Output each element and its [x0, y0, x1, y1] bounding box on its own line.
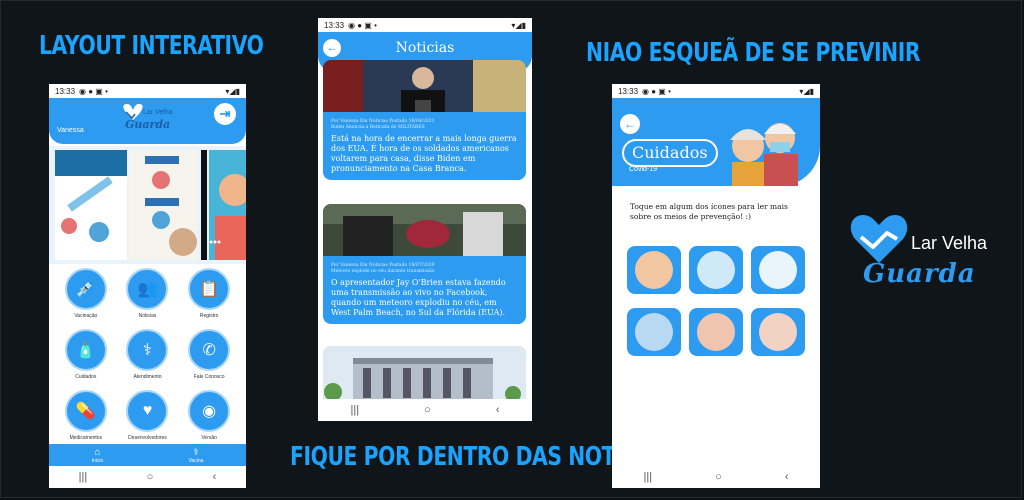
menu-tile-desenvolvedores[interactable]: ♥ Desenvolvedores [117, 390, 179, 441]
back-button[interactable]: ‹ [496, 404, 500, 416]
logo-icon: ♥ [126, 390, 169, 432]
signal-battery-icon: ▾◢▮ [225, 86, 240, 96]
home-button[interactable]: ○ [424, 404, 431, 416]
brand-line1: Lar Velha [911, 233, 988, 253]
syringe-icon: 💉 [64, 268, 107, 310]
notification-icons: ◉ ● ▣ • [79, 86, 108, 96]
bottom-tab-bar: ⌂ Inicio ⚕ Vacina [49, 444, 246, 466]
status-time: 13:33 [618, 86, 639, 96]
cd-icon: ◉ [188, 390, 231, 432]
status-bar: 13:33 ◉ ● ▣ • ▾◢▮ [612, 84, 820, 98]
headline-layout: LAYOUT INTERATIVO [39, 31, 264, 61]
home-button[interactable]: ○ [147, 471, 154, 483]
no-gathering-icon [759, 313, 797, 351]
back-button[interactable]: ‹ [213, 471, 217, 483]
menu-tile-noticias[interactable]: 👥 Noticias [117, 268, 179, 319]
news-photo [323, 60, 526, 112]
back-button[interactable]: ‹ [785, 471, 789, 483]
svg-text:Lar Velha: Lar Velha [143, 109, 173, 116]
page-title: Cuidados [622, 139, 718, 167]
prevention-mask-button[interactable] [627, 246, 681, 294]
android-nav-bar: ||| ○ ‹ [318, 399, 532, 421]
hand-sanitizer-icon: 🧴 [64, 329, 107, 371]
recents-button[interactable]: ||| [351, 404, 360, 416]
logout-button[interactable]: ⇥ [214, 103, 236, 125]
notification-icons: ◉ ● ▣ • [348, 20, 377, 30]
prevention-icon-grid [627, 246, 805, 356]
menu-tile-registro[interactable]: 📋 Registro [178, 268, 240, 319]
notification-icons: ◉ ● ▣ • [642, 86, 671, 96]
instructions-text: Toque em algum dos ícones para ler mais … [630, 202, 788, 221]
app-logo: Lar Velha Guarda [123, 104, 173, 131]
no-touch-face-icon [697, 251, 735, 289]
signal-battery-icon: ▾◢▮ [799, 86, 814, 96]
home-icon: ⌂ [94, 446, 101, 458]
prevention-crowd-button[interactable] [627, 308, 681, 356]
no-crowd-icon [635, 313, 673, 351]
headline-prevent: NIAO ESQUEÃ DE SE PREVINIR [586, 38, 921, 68]
recents-button[interactable]: ||| [644, 471, 653, 483]
phone-care-screen: 13:33 ◉ ● ▣ • ▾◢▮ ← Cuidados Covid-19 To… [612, 84, 820, 488]
page-title: Noticias [395, 40, 455, 56]
phone-news-screen: 13:33 ◉ ● ▣ • ▾◢▮ ← Noticias Por Vanessa… [318, 18, 532, 421]
prevention-sanitizer-button[interactable] [751, 246, 805, 294]
news-card[interactable] [323, 346, 526, 404]
page-subtitle: Covid-19 [629, 166, 658, 173]
doctors-icon: ⚕ [126, 329, 169, 371]
menu-tile-fale-conosco[interactable]: ✆ Fale Conosco [178, 329, 240, 380]
news-photo [323, 204, 526, 256]
mask-icon [635, 251, 673, 289]
svg-text:Guarda: Guarda [125, 118, 170, 131]
status-time: 13:33 [324, 20, 345, 30]
prevention-face-button[interactable] [689, 246, 743, 294]
banner-carousel[interactable] [49, 146, 246, 264]
pills-icon: 💊 [64, 390, 107, 432]
signal-battery-icon: ▾◢▮ [511, 20, 526, 30]
no-handshake-icon [697, 313, 735, 351]
hand-sanitizer-icon [759, 251, 797, 289]
menu-tile-cuidados[interactable]: 🧴 Cuidados [55, 329, 117, 380]
people-icon: 👥 [126, 268, 169, 310]
brand-logo: Lar Velha Guarda [847, 211, 1007, 301]
news-card[interactable]: Por Vanessa Em Noticias Postado 18/04/20… [323, 60, 526, 180]
user-name: Vanessa [57, 127, 84, 134]
vaccination-infographic [55, 150, 246, 260]
menu-tile-versao[interactable]: ◉ Versão [178, 390, 240, 441]
status-bar: 13:33 ◉ ● ▣ • ▾◢▮ [318, 18, 532, 32]
news-body: O apresentador Jay O'Brien estava fazend… [331, 278, 506, 317]
android-nav-bar: ||| ○ ‹ [49, 466, 246, 488]
prevention-handshake-button[interactable] [689, 308, 743, 356]
android-nav-bar: ||| ○ ‹ [612, 466, 820, 488]
home-button[interactable]: ○ [715, 471, 722, 483]
menu-tile-atendimento[interactable]: ⚕ Atendimento [117, 329, 179, 380]
stethoscope-icon: ⚕ [193, 446, 199, 458]
news-body: Está na hora de encerrar a mais longa gu… [331, 134, 517, 173]
menu-grid: 💉 Vacinação 👥 Noticias 📋 Registro 🧴 Cuidados… [55, 268, 240, 441]
prevention-gathering-button[interactable] [751, 308, 805, 356]
phone-icon: ✆ [188, 329, 231, 371]
menu-tile-vacinacao[interactable]: 💉 Vacinação [55, 268, 117, 319]
clipboard-icon: 📋 [188, 268, 231, 310]
status-bar: 13:33 ◉ ● ▣ • ▾◢▮ [49, 84, 246, 98]
tab-vacina[interactable]: ⚕ Vacina [188, 447, 203, 464]
menu-tile-medicamentos[interactable]: 💊 Medicamentos [55, 390, 117, 441]
news-card[interactable]: Por Vanessa Em Noticias Postado 19/07/20… [323, 204, 526, 324]
tab-inicio[interactable]: ⌂ Inicio [92, 447, 104, 464]
recents-button[interactable]: ||| [79, 471, 88, 483]
status-time: 13:33 [55, 86, 76, 96]
news-photo [323, 346, 526, 404]
phone-home-screen: 13:33 ◉ ● ▣ • ▾◢▮ Lar Velha Guarda ⇥ Van… [49, 84, 246, 488]
brand-line2: Guarda [863, 259, 976, 289]
canvas: LAYOUT INTERATIVO FIQUE POR DENTRO DAS N… [0, 0, 1022, 498]
back-arrow-button[interactable]: ← [620, 114, 640, 134]
